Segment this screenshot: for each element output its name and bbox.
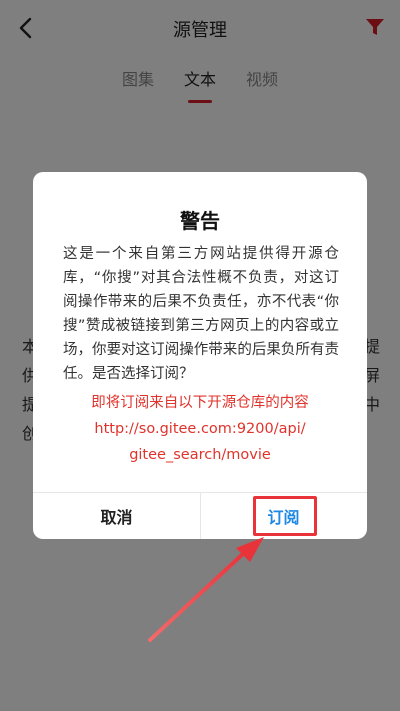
warning-dialog: 警告 这是一个来自第三方网站提供得开源仓库，“你搜”对其合法性概不负责，对这订阅… (33, 172, 367, 539)
dialog-message: 这是一个来自第三方网站提供得开源仓库，“你搜”对其合法性概不负责，对这订阅操作带… (63, 246, 339, 382)
repo-url-line: http://so.gitee.com:9200/api/ (94, 421, 306, 437)
repo-info: 即将订阅来自以下开源仓库的内容 http://so.gitee.com:9200… (53, 390, 347, 468)
cancel-button[interactable]: 取消 (33, 492, 200, 539)
highlight-box (253, 496, 317, 536)
repo-url-line: gitee_search/movie (129, 447, 271, 463)
repo-info-line: 即将订阅来自以下开源仓库的内容 (91, 395, 309, 411)
dialog-title: 警告 (180, 209, 220, 233)
